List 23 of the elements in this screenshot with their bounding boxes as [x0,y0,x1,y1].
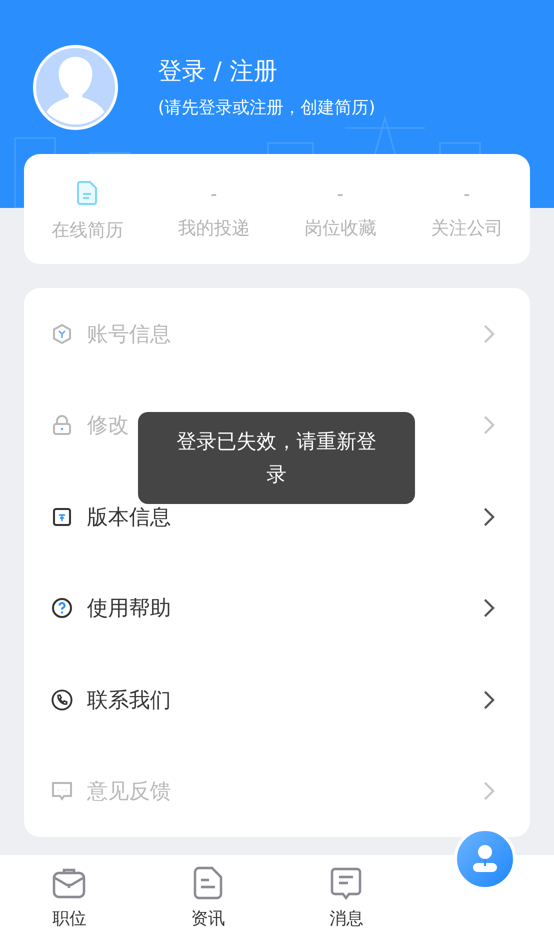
stat-value: - [337,183,344,207]
stat-label[interactable]: 在线简历 [51,218,124,242]
stat-label[interactable]: 关注公司 [430,216,503,240]
chat-icon [51,780,73,802]
login-register-title[interactable]: 登录 / 注册 [158,56,376,86]
menu-item[interactable]: 版本信息 [87,502,171,531]
hexagon-icon [51,322,73,345]
nav-tab[interactable]: 资讯 [184,855,232,950]
document-icon [51,506,73,528]
stat-value: - [464,183,470,207]
stat-value: - [210,183,217,207]
phone-icon [51,688,73,711]
menu-item[interactable]: 联系我们 [87,686,171,714]
help-icon [51,597,73,620]
stat-label[interactable]: 我的投递 [178,216,250,240]
avatar-icon[interactable] [33,45,118,130]
menu-item[interactable]: 使用帮助 [87,594,171,622]
nav-tab[interactable]: 职位 [45,855,94,950]
session-toast: 登录已失效，请重新登录 [138,412,415,504]
lock-icon [51,414,73,436]
stat-label[interactable]: 岗位收藏 [304,216,376,240]
login-hint: (请先登录或注册，创建简历) [158,96,376,120]
nav-tab[interactable]: 消息 [322,855,370,950]
